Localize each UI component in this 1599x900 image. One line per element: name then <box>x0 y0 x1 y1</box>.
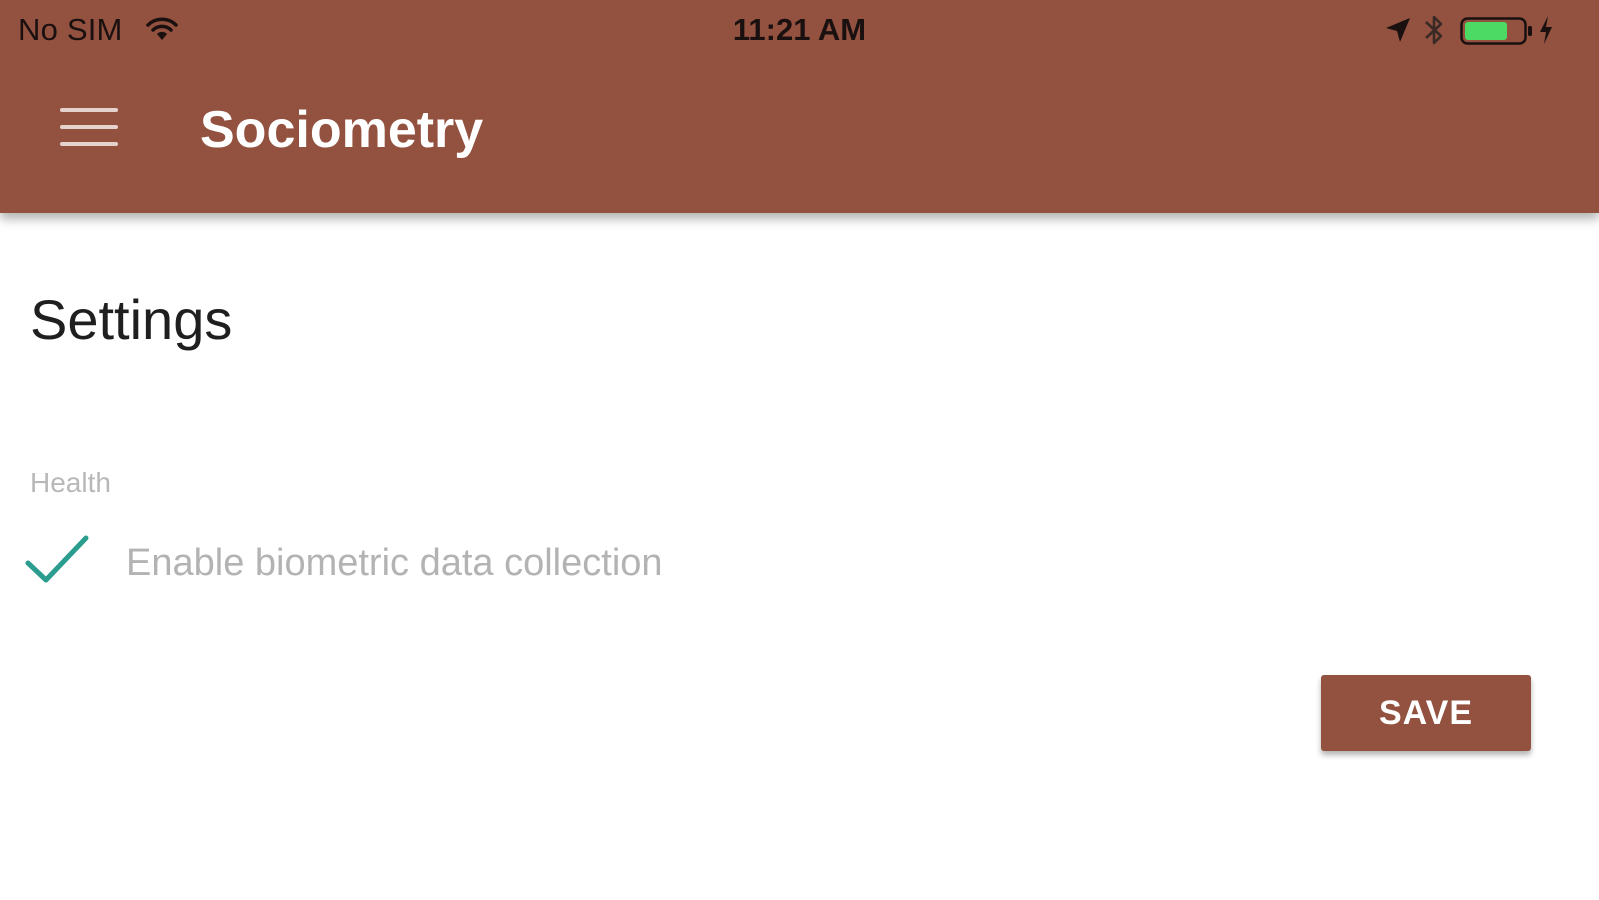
location-arrow-icon <box>1386 18 1410 42</box>
charging-bolt-icon <box>1540 16 1552 44</box>
app-header: No SIM 11:21 AM Sociometry <box>0 0 1599 213</box>
status-bar: No SIM 11:21 AM <box>0 0 1599 60</box>
section-label-health: Health <box>30 467 111 498</box>
page-title: Settings <box>30 288 233 351</box>
status-clock: 11:21 AM <box>732 12 867 47</box>
biometric-collection-checkbox[interactable]: Enable biometric data collection <box>20 529 740 593</box>
save-button[interactable]: SAVE <box>1321 675 1531 751</box>
hamburger-menu-icon[interactable] <box>52 100 124 156</box>
checkmark-icon[interactable] <box>24 533 90 587</box>
settings-content: Settings Health Enable biometric data co… <box>0 213 1599 900</box>
biometric-collection-label: Enable biometric data collection <box>126 542 663 584</box>
bluetooth-icon <box>1425 15 1443 45</box>
battery-icon <box>1460 17 1532 45</box>
app-title: Sociometry <box>200 101 484 159</box>
